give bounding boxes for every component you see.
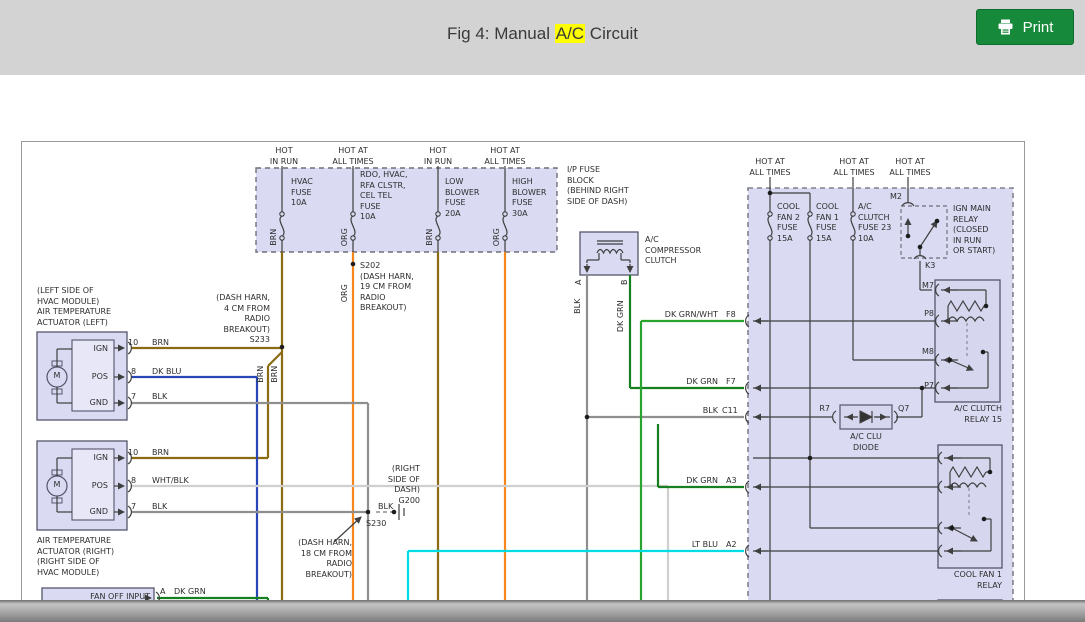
title-bar: Fig 4: Manual A/C Circuit Print (0, 0, 1085, 75)
printer-icon (998, 19, 1013, 35)
page-title: Fig 4: Manual A/C Circuit (0, 24, 1085, 44)
title-prefix: Fig 4: Manual (447, 24, 555, 43)
print-button-label: Print (1022, 18, 1054, 36)
bottom-scrollbar[interactable] (0, 600, 1085, 622)
app-window: Fig 4: Manual A/C Circuit Print HOT IN R… (0, 0, 1085, 622)
print-button[interactable]: Print (976, 9, 1074, 45)
title-highlight: A/C (554, 24, 586, 43)
wiring-diagram-canvas (36, 166, 1014, 622)
title-suffix: Circuit (585, 24, 638, 43)
